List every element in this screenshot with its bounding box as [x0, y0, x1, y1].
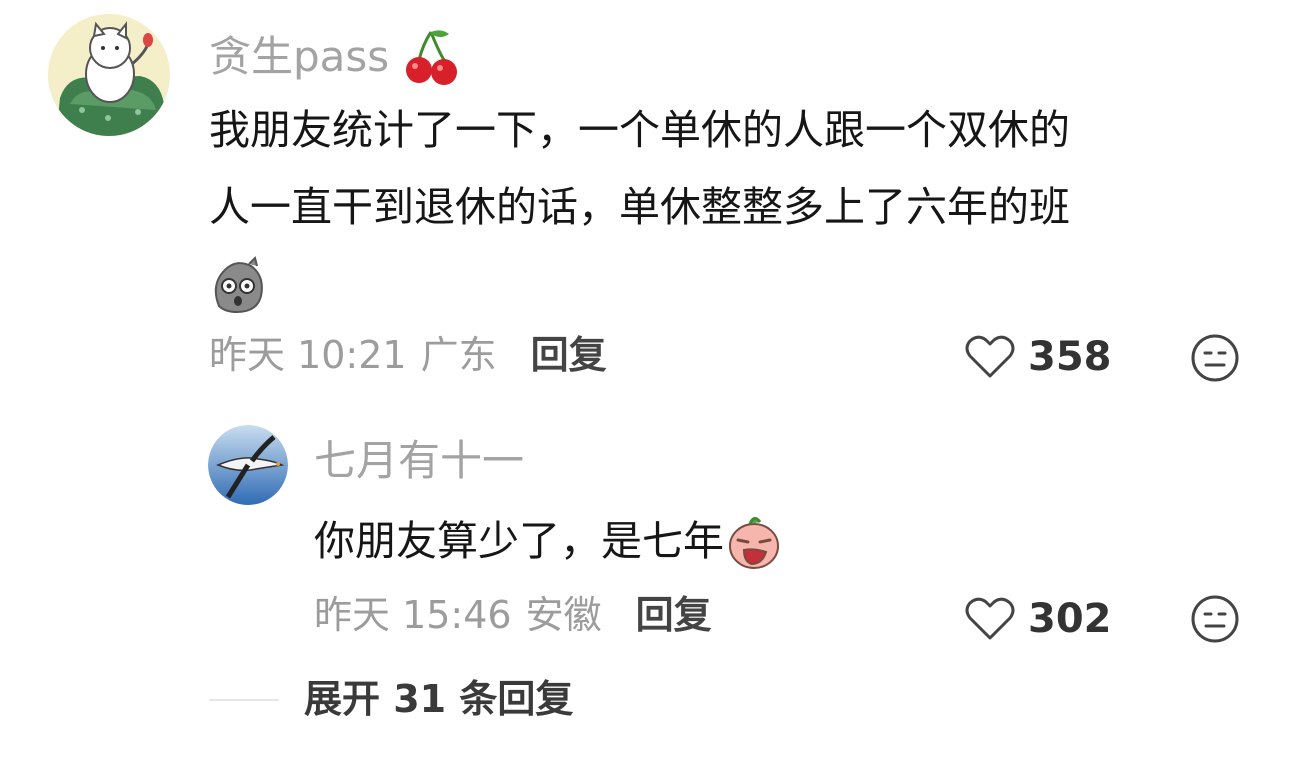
seagull-avatar-icon	[208, 425, 288, 505]
reply-time: 昨天 15:46	[314, 593, 512, 637]
cat-avatar-icon	[48, 14, 170, 136]
cherry-icon	[405, 28, 459, 86]
reply-avatar[interactable]	[208, 425, 288, 505]
comment-like-count: 358	[1028, 334, 1112, 380]
meh-face-icon[interactable]	[1190, 333, 1240, 383]
comment-text: 我朋友统计了一下，一个单休的人跟一个双休的 人一直干到退休的话，单休整整多上了六…	[209, 92, 1219, 323]
reply-location: 安徽	[525, 593, 602, 637]
comment-text-line1: 我朋友统计了一下，一个单休的人跟一个双休的	[209, 106, 1070, 154]
heart-icon	[965, 597, 1015, 640]
heart-icon	[965, 335, 1015, 378]
reply-username[interactable]: 七月有十一	[314, 440, 524, 482]
comment-reply-button[interactable]: 回复	[531, 336, 607, 374]
comment-avatar[interactable]	[48, 14, 170, 136]
reply-like-button[interactable]: 302	[964, 596, 1112, 642]
comment-like-button[interactable]: 358	[964, 334, 1112, 380]
comment-username[interactable]: 贪生pass	[209, 36, 389, 78]
expand-divider	[209, 699, 279, 701]
crying-face-emoji	[726, 512, 782, 572]
comment-text-line2: 人一直干到退休的话，单休整整多上了六年的班	[209, 183, 1070, 231]
shocked-stone-emoji	[209, 255, 267, 314]
meh-face-icon[interactable]	[1190, 594, 1240, 644]
comment-time: 昨天 10:21	[209, 333, 407, 377]
expand-replies-button[interactable]: 展开 31 条回复	[304, 680, 573, 718]
comment-location: 广东	[420, 333, 497, 377]
reply-like-count: 302	[1028, 596, 1112, 642]
reply-reply-button[interactable]: 回复	[636, 596, 712, 634]
reply-text: 你朋友算少了，是七年	[314, 517, 724, 565]
